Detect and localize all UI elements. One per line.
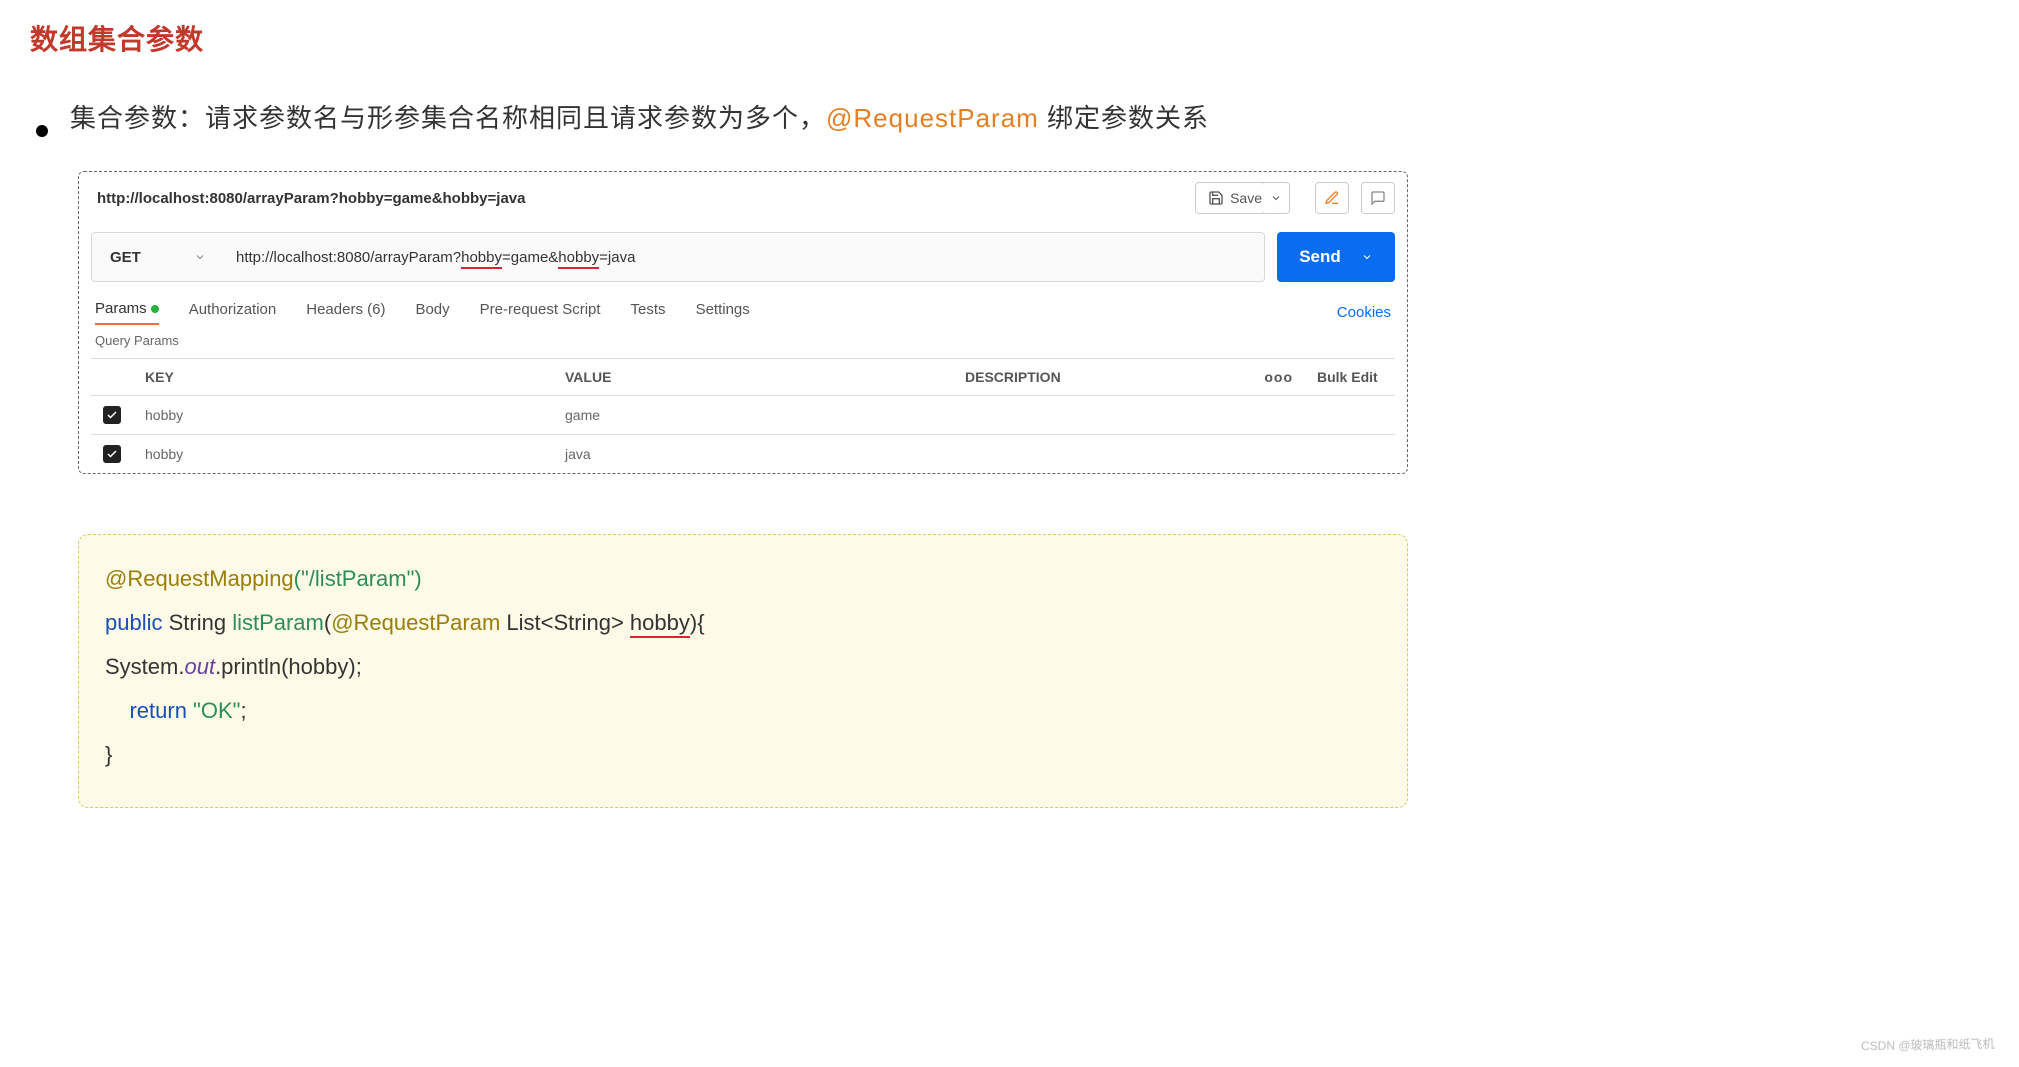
description-bullet: 集合参数：请求参数名与形参集合名称相同且请求参数为多个，@RequestPara… <box>36 98 1989 135</box>
watermark: CSDN @玻璃瓶和纸飞机 <box>1861 1035 1995 1054</box>
url-text: http://localhost:8080/arrayParam?hobby=g… <box>236 249 635 266</box>
cookies-link[interactable]: Cookies <box>1337 304 1391 321</box>
postman-panel: http://localhost:8080/arrayParam?hobby=g… <box>78 171 1408 474</box>
cell-key[interactable]: hobby <box>133 396 553 435</box>
table-row: hobby java <box>91 435 1395 474</box>
comment-button[interactable] <box>1361 182 1395 214</box>
save-label: Save <box>1230 190 1262 206</box>
url-input[interactable]: http://localhost:8080/arrayParam?hobby=g… <box>220 232 1265 282</box>
top-bar: http://localhost:8080/arrayParam?hobby=g… <box>91 182 1395 214</box>
desc-suffix: 绑定参数关系 <box>1039 103 1209 133</box>
tabs-row: Params Authorization Headers (6) Body Pr… <box>91 300 1395 325</box>
chevron-down-icon <box>1361 251 1373 263</box>
row-checkbox[interactable] <box>103 445 121 463</box>
desc-annotation: @RequestParam <box>826 103 1039 133</box>
bullet-icon <box>36 125 48 137</box>
tab-body[interactable]: Body <box>415 301 449 324</box>
code-block: @RequestMapping("/listParam") public Str… <box>78 534 1408 808</box>
method-value: GET <box>110 249 141 266</box>
header-value: VALUE <box>553 359 953 396</box>
page-title: 数组集合参数 <box>30 18 1989 58</box>
description-text: 集合参数：请求参数名与形参集合名称相同且请求参数为多个，@RequestPara… <box>70 98 1209 135</box>
tab-headers[interactable]: Headers (6) <box>306 301 385 324</box>
pencil-icon <box>1324 190 1340 206</box>
request-title: http://localhost:8080/arrayParam?hobby=g… <box>91 190 1183 207</box>
dot-icon <box>151 305 159 313</box>
comment-icon <box>1370 190 1386 206</box>
send-button[interactable]: Send <box>1277 232 1395 282</box>
query-title: Query Params <box>95 333 1395 348</box>
chevron-down-icon <box>1270 192 1282 204</box>
cell-value[interactable]: java <box>553 435 953 474</box>
params-table: KEY VALUE DESCRIPTION ooo Bulk Edit hobb… <box>91 358 1395 473</box>
header-description: DESCRIPTION <box>953 359 1252 396</box>
header-key: KEY <box>133 359 553 396</box>
cell-value[interactable]: game <box>553 396 953 435</box>
desc-prefix: 集合参数：请求参数名与形参集合名称相同且请求参数为多个， <box>70 103 826 133</box>
method-select[interactable]: GET <box>91 232 221 282</box>
edit-button[interactable] <box>1315 182 1349 214</box>
chevron-down-icon <box>194 251 206 263</box>
params-header-row: KEY VALUE DESCRIPTION ooo Bulk Edit <box>91 359 1395 396</box>
tab-authorization[interactable]: Authorization <box>189 301 277 324</box>
save-icon <box>1208 190 1224 206</box>
cell-key[interactable]: hobby <box>133 435 553 474</box>
row-checkbox[interactable] <box>103 406 121 424</box>
tab-pre-request[interactable]: Pre-request Script <box>480 301 601 324</box>
table-row: hobby game <box>91 396 1395 435</box>
save-dropdown-button[interactable] <box>1262 182 1290 214</box>
tab-settings[interactable]: Settings <box>696 301 750 324</box>
bulk-edit-link[interactable]: Bulk Edit <box>1305 359 1395 396</box>
tab-tests[interactable]: Tests <box>631 301 666 324</box>
send-label: Send <box>1299 247 1341 267</box>
request-row: GET http://localhost:8080/arrayParam?hob… <box>91 232 1395 282</box>
tab-params[interactable]: Params <box>95 300 159 325</box>
header-more[interactable]: ooo <box>1252 359 1305 396</box>
